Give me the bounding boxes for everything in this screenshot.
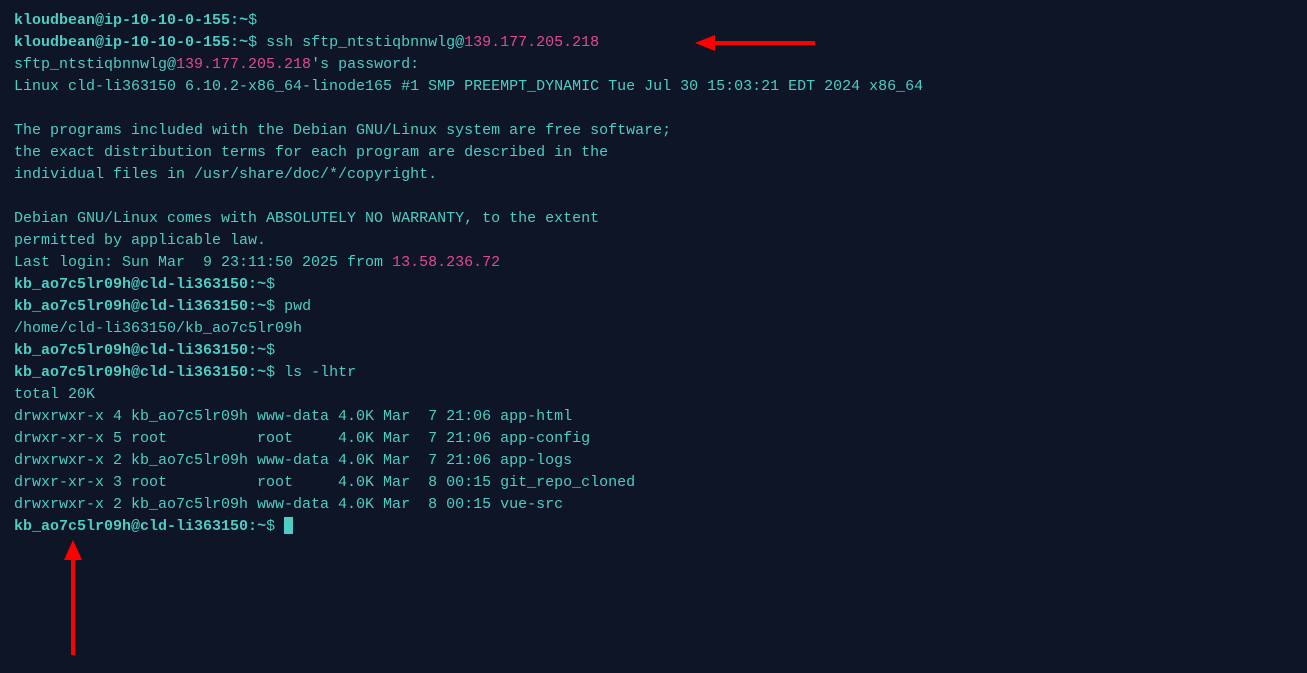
output-text: /home/cld-li363150/kb_ao7c5lr09h bbox=[14, 320, 302, 337]
terminal-line: Linux cld-li363150 6.10.2-x86_64-linode1… bbox=[14, 76, 1293, 98]
terminal-line: drwxrwxr-x 2 kb_ao7c5lr09h www-data 4.0K… bbox=[14, 450, 1293, 472]
terminal-line: permitted by applicable law. bbox=[14, 230, 1293, 252]
ip-address: 13.58.236.72 bbox=[392, 254, 500, 271]
prompt-path: ~ bbox=[239, 12, 248, 29]
output-text: permitted by applicable law. bbox=[14, 232, 266, 249]
terminal-line: /home/cld-li363150/kb_ao7c5lr09h bbox=[14, 318, 1293, 340]
output-text: drwxr-xr-x 5 root root 4.0K Mar 7 21:06 … bbox=[14, 430, 590, 447]
prompt-path: ~ bbox=[239, 34, 248, 51]
terminal-line: drwxrwxr-x 4 kb_ao7c5lr09h www-data 4.0K… bbox=[14, 406, 1293, 428]
password-prompt-suffix: 's password: bbox=[311, 56, 419, 73]
terminal-line bbox=[14, 98, 1293, 120]
terminal-line: the exact distribution terms for each pr… bbox=[14, 142, 1293, 164]
prompt-user: kb_ao7c5lr09h@cld-li363150 bbox=[14, 518, 248, 535]
prompt-colon: : bbox=[248, 298, 257, 315]
output-text: drwxrwxr-x 2 kb_ao7c5lr09h www-data 4.0K… bbox=[14, 496, 563, 513]
cursor-icon bbox=[284, 517, 293, 534]
terminal-line: drwxrwxr-x 2 kb_ao7c5lr09h www-data 4.0K… bbox=[14, 494, 1293, 516]
terminal-line: drwxr-xr-x 5 root root 4.0K Mar 7 21:06 … bbox=[14, 428, 1293, 450]
prompt-user: kb_ao7c5lr09h@cld-li363150 bbox=[14, 298, 248, 315]
prompt-path: ~ bbox=[257, 364, 266, 381]
command-text bbox=[275, 518, 284, 535]
output-text: The programs included with the Debian GN… bbox=[14, 122, 671, 139]
command-text: ssh sftp_ntstiqbnnwlg@ bbox=[257, 34, 464, 51]
prompt-user: kb_ao7c5lr09h@cld-li363150 bbox=[14, 364, 248, 381]
terminal-output[interactable]: kloudbean@ip-10-10-0-155:~$kloudbean@ip-… bbox=[14, 10, 1293, 538]
output-text: the exact distribution terms for each pr… bbox=[14, 144, 608, 161]
prompt-colon: : bbox=[230, 34, 239, 51]
terminal-line: kb_ao7c5lr09h@cld-li363150:~$ bbox=[14, 274, 1293, 296]
prompt-colon: : bbox=[248, 276, 257, 293]
arrow-up-annotation bbox=[58, 540, 88, 655]
prompt-colon: : bbox=[248, 342, 257, 359]
terminal-line: Last login: Sun Mar 9 23:11:50 2025 from… bbox=[14, 252, 1293, 274]
terminal-line: sftp_ntstiqbnnwlg@139.177.205.218's pass… bbox=[14, 54, 1293, 76]
terminal-line: kloudbean@ip-10-10-0-155:~$ bbox=[14, 10, 1293, 32]
output-text: total 20K bbox=[14, 386, 95, 403]
prompt-dollar: $ bbox=[266, 364, 275, 381]
prompt-path: ~ bbox=[257, 298, 266, 315]
terminal-line: kb_ao7c5lr09h@cld-li363150:~$ bbox=[14, 340, 1293, 362]
terminal-line: drwxr-xr-x 3 root root 4.0K Mar 8 00:15 … bbox=[14, 472, 1293, 494]
prompt-dollar: $ bbox=[248, 12, 257, 29]
prompt-colon: : bbox=[248, 518, 257, 535]
terminal-line: kloudbean@ip-10-10-0-155:~$ ssh sftp_nts… bbox=[14, 32, 1293, 54]
arrow-right-annotation bbox=[695, 33, 815, 53]
output-text: drwxrwxr-x 4 kb_ao7c5lr09h www-data 4.0K… bbox=[14, 408, 572, 425]
terminal-line: kb_ao7c5lr09h@cld-li363150:~$ bbox=[14, 516, 1293, 538]
terminal-line: kb_ao7c5lr09h@cld-li363150:~$ ls -lhtr bbox=[14, 362, 1293, 384]
password-prompt-prefix: sftp_ntstiqbnnwlg@ bbox=[14, 56, 176, 73]
terminal-line: individual files in /usr/share/doc/*/cop… bbox=[14, 164, 1293, 186]
prompt-dollar: $ bbox=[266, 276, 275, 293]
terminal-line: kb_ao7c5lr09h@cld-li363150:~$ pwd bbox=[14, 296, 1293, 318]
prompt-path: ~ bbox=[257, 518, 266, 535]
output-text: Debian GNU/Linux comes with ABSOLUTELY N… bbox=[14, 210, 599, 227]
prompt-user: kloudbean@ip-10-10-0-155 bbox=[14, 34, 230, 51]
prompt-user: kloudbean@ip-10-10-0-155 bbox=[14, 12, 230, 29]
command-text: ls -lhtr bbox=[275, 364, 356, 381]
prompt-colon: : bbox=[248, 364, 257, 381]
prompt-path: ~ bbox=[257, 276, 266, 293]
prompt-colon: : bbox=[230, 12, 239, 29]
command-text: pwd bbox=[275, 298, 311, 315]
output-text: Linux cld-li363150 6.10.2-x86_64-linode1… bbox=[14, 78, 923, 95]
prompt-user: kb_ao7c5lr09h@cld-li363150 bbox=[14, 342, 248, 359]
prompt-path: ~ bbox=[257, 342, 266, 359]
prompt-dollar: $ bbox=[266, 298, 275, 315]
output-text: drwxr-xr-x 3 root root 4.0K Mar 8 00:15 … bbox=[14, 474, 635, 491]
output-text: individual files in /usr/share/doc/*/cop… bbox=[14, 166, 437, 183]
prompt-user: kb_ao7c5lr09h@cld-li363150 bbox=[14, 276, 248, 293]
ip-address: 139.177.205.218 bbox=[176, 56, 311, 73]
prompt-dollar: $ bbox=[248, 34, 257, 51]
terminal-line bbox=[14, 186, 1293, 208]
lastlogin-prefix: Last login: Sun Mar 9 23:11:50 2025 from bbox=[14, 254, 392, 271]
terminal-line: total 20K bbox=[14, 384, 1293, 406]
prompt-dollar: $ bbox=[266, 342, 275, 359]
terminal-line: The programs included with the Debian GN… bbox=[14, 120, 1293, 142]
prompt-dollar: $ bbox=[266, 518, 275, 535]
ip-address: 139.177.205.218 bbox=[464, 34, 599, 51]
terminal-line: Debian GNU/Linux comes with ABSOLUTELY N… bbox=[14, 208, 1293, 230]
output-text: drwxrwxr-x 2 kb_ao7c5lr09h www-data 4.0K… bbox=[14, 452, 572, 469]
